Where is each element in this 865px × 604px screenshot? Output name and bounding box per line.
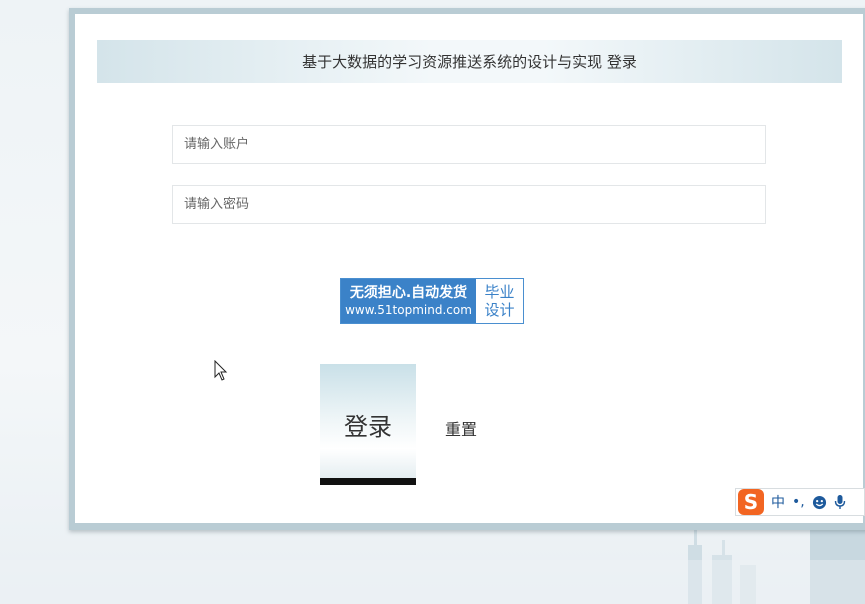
watermark-side: 毕业 设计 bbox=[476, 279, 523, 323]
watermark-url: www.51topmind.com bbox=[345, 303, 472, 317]
ime-toolbar: S 中 •, bbox=[735, 488, 865, 516]
login-button-label: 登录 bbox=[344, 413, 392, 441]
sogou-logo-icon[interactable]: S bbox=[738, 489, 764, 515]
ime-punctuation-toggle[interactable]: •, bbox=[792, 494, 805, 510]
login-button[interactable]: 登录 bbox=[320, 364, 416, 485]
smile-icon[interactable] bbox=[812, 495, 827, 510]
login-panel: 基于大数据的学习资源推送系统的设计与实现 登录 无须担心.自动发货 www.51… bbox=[69, 8, 865, 530]
watermark-main-text: 无须担心.自动发货 bbox=[349, 285, 468, 301]
microphone-icon[interactable] bbox=[834, 494, 846, 510]
ime-mode-toggle[interactable]: 中 bbox=[771, 492, 785, 512]
password-input[interactable] bbox=[172, 185, 766, 224]
watermark-badge: 无须担心.自动发货 www.51topmind.com 毕业 设计 bbox=[340, 278, 524, 324]
watermark-main: 无须担心.自动发货 www.51topmind.com bbox=[341, 279, 476, 323]
watermark-side-line2: 设计 bbox=[484, 301, 515, 319]
page-title: 基于大数据的学习资源推送系统的设计与实现 登录 bbox=[97, 40, 842, 83]
login-button-underline bbox=[320, 478, 416, 485]
account-input[interactable] bbox=[172, 125, 766, 164]
mouse-cursor-icon bbox=[214, 360, 228, 381]
reset-button[interactable]: 重置 bbox=[445, 414, 477, 442]
watermark-side-line1: 毕业 bbox=[484, 283, 515, 301]
